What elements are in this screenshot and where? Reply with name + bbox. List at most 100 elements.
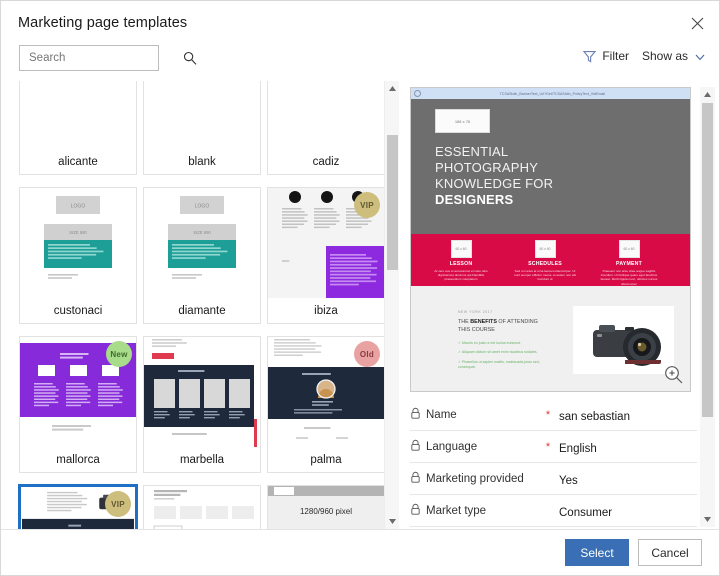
template-card[interactable]: LOGO SIZE 690 custonaci [19, 187, 137, 324]
scroll-up-icon[interactable] [385, 81, 399, 96]
search-box[interactable] [19, 45, 197, 71]
template-card[interactable]: marbella [143, 336, 261, 473]
page-title: Marketing page templates [18, 15, 188, 31]
filter-button[interactable]: Filter [583, 49, 629, 63]
scroll-up-icon[interactable] [700, 87, 715, 102]
cancel-button[interactable]: Cancel [638, 539, 702, 566]
preview-heading: ESSENTIAL PHOTOGRAPHY KNOWLEDGE FOR DESI… [435, 144, 553, 208]
filter-label: Filter [602, 49, 629, 63]
preview-bullet-text: Phasellus ut sapien mattis, malesuada ju… [458, 359, 540, 370]
template-name: cadiz [268, 149, 384, 174]
search-icon[interactable] [183, 51, 197, 65]
chevron-down-icon [694, 50, 706, 62]
template-name: ibiza [268, 298, 384, 323]
property-label: Market type [426, 504, 487, 517]
preview-pane-scrollbar[interactable] [700, 87, 715, 527]
template-card[interactable]: VIP ibiza [267, 187, 385, 324]
preview-feature-column: 60 x 60 PAYMENT Praesent non ante vitae au… [592, 240, 666, 286]
template-name: diamante [144, 298, 260, 323]
preview-bullet-text: Mauris eu justo a est luctus euismod. [462, 341, 522, 345]
lock-icon [410, 502, 425, 520]
preview-feature-band: 60 x 60 LESSON At vero eos et accusamus et… [411, 234, 690, 286]
template-grid: alicante blank cadiz LOGO SIZE 690 custon… [1, 81, 385, 529]
preview-logo-placeholder: 188 x 76 [435, 109, 490, 133]
template-thumbnail: 1280/960 pixel [268, 486, 384, 529]
template-badge: VIP [105, 491, 131, 517]
template-thumbnail [144, 81, 260, 151]
preview-subheading-bold: BENEFITS [470, 319, 497, 325]
property-row: Market type Consumer [410, 495, 697, 527]
preview-heading-line-1: ESSENTIAL [435, 144, 509, 159]
template-card[interactable]: New mallorca [19, 336, 137, 473]
select-button[interactable]: Select [565, 539, 629, 566]
property-label: Language [426, 440, 478, 453]
template-card[interactable]: VIP san sebastian [19, 485, 137, 529]
template-card[interactable]: sitges [143, 485, 261, 529]
required-indicator: * [545, 408, 551, 421]
template-card[interactable]: cadiz [267, 81, 385, 175]
close-icon[interactable] [683, 9, 711, 37]
preview-hero: 188 x 76 ESSENTIAL PHOTOGRAPHY KNOWLEDGE… [411, 99, 690, 234]
magnifier-plus-icon[interactable] [664, 365, 683, 384]
required-indicator: * [545, 440, 551, 453]
property-value: Yes [559, 475, 578, 487]
template-thumbnail [144, 486, 260, 529]
template-grid-scrollbar[interactable] [384, 81, 399, 529]
preview-kicker: NEW YORK 2017 [458, 310, 493, 314]
preview-titlebar-text: TCSAStdin_BannerText_Url?Get/TCSAStdin_P… [499, 91, 606, 96]
template-name: marbella [144, 447, 260, 472]
svg-text:LOGO: LOGO [71, 204, 86, 210]
preview-bullet-text: Aliquam dictum sit amet enim faucibus so… [461, 350, 538, 355]
template-badge: Old [354, 341, 380, 367]
dialog-footer: Select Cancel [1, 529, 719, 575]
lock-icon [410, 470, 425, 488]
preview-article: NEW YORK 2017 THE BENEFITS OF ATTENDING … [458, 310, 550, 375]
template-card[interactable]: 1280/960 pixel struct-1 [267, 485, 385, 529]
property-value: English [559, 443, 597, 455]
scrollbar-thumb[interactable] [387, 135, 398, 270]
template-card[interactable]: Old palma [267, 336, 385, 473]
template-name: palma [268, 447, 384, 472]
preview-titlebar: TCSAStdin_BannerText_Url?Get/TCSAStdin_P… [411, 88, 690, 99]
property-label: Name [426, 408, 457, 421]
property-row: Name * san sebastian [410, 399, 697, 431]
template-card[interactable]: alicante [19, 81, 137, 175]
template-badge: VIP [354, 192, 380, 218]
preview-subheading: THE BENEFITS OF ATTENDING THIS COURSE [458, 319, 550, 334]
preview-camera-image [573, 306, 674, 374]
check-mark-icon: ✓ [458, 341, 462, 345]
lock-icon [410, 406, 425, 424]
preview-feature-column: 60 x 60 LESSON At vero eos et accusamus et… [424, 240, 498, 282]
preview-bullet: ✓ Mauris eu justo a est luctus euismod. [458, 341, 550, 346]
property-value: san sebastian [559, 411, 630, 423]
scrollbar-thumb[interactable] [702, 103, 713, 417]
template-card[interactable]: blank [143, 81, 261, 175]
scroll-down-icon[interactable] [700, 512, 715, 527]
svg-text:LOGO: LOGO [195, 204, 210, 210]
template-name: alicante [20, 149, 136, 174]
svg-text:SIZE 690: SIZE 690 [69, 230, 87, 235]
camera-illustration-icon [573, 306, 674, 374]
check-mark-icon: ✓ [458, 359, 462, 364]
template-card[interactable]: LOGO SIZE 690 diamante [143, 187, 261, 324]
preview-feature-body: Sed ut metus at urna laoreet ullamcorper… [514, 269, 576, 282]
property-label: Marketing provided [426, 472, 524, 485]
property-row: Language * English [410, 431, 697, 463]
show-as-button[interactable]: Show as [642, 49, 706, 63]
template-thumbnail: LOGO SIZE 690 [20, 188, 136, 300]
template-thumbnail [20, 81, 136, 151]
preview-heading-line-4: DESIGNERS [435, 192, 514, 207]
template-badge: New [106, 341, 132, 367]
template-properties-list: Name * san sebastian Language * English Mark… [410, 399, 697, 529]
svg-text:SIZE 690: SIZE 690 [193, 230, 211, 235]
scroll-down-icon[interactable] [385, 514, 399, 529]
preview-bullet: ✓ Aliquam dictum sit amet enim faucibus … [458, 350, 550, 355]
search-input[interactable] [29, 52, 183, 64]
template-name: mallorca [20, 447, 136, 472]
dialog-header: Marketing page templates [1, 1, 719, 45]
property-row: Marketing provided Yes [410, 463, 697, 495]
preview-pane: TCSAStdin_BannerText_Url?Get/TCSAStdin_P… [399, 81, 719, 529]
preview-window-dot-icon [414, 90, 421, 97]
template-name: custonaci [20, 298, 136, 323]
toolbar: Filter Show as [1, 45, 719, 81]
